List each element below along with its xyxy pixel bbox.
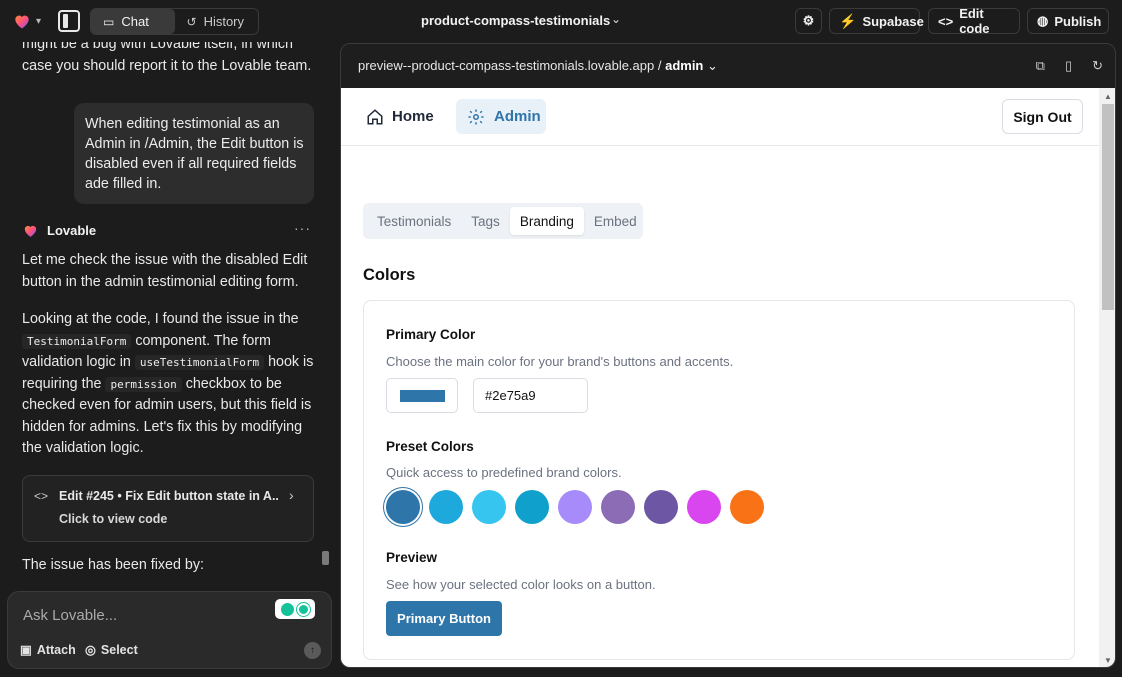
preset-color-swatch[interactable] [730, 490, 764, 524]
chat-history-switch: ▭ Chat ↺ History [90, 8, 259, 35]
tab-chat[interactable]: ▭ Chat [91, 9, 175, 34]
preset-colors-label: Preset Colors [386, 439, 474, 454]
lovable-menu-button[interactable]: ▾ [12, 10, 48, 32]
inline-code: permission [105, 376, 182, 392]
section-title: Colors [363, 266, 416, 284]
edit-card[interactable]: <> Edit #245 • Fix Edit button state in … [22, 475, 314, 542]
preset-color-swatch[interactable] [429, 490, 463, 524]
inline-code: useTestimonialForm [134, 355, 265, 370]
send-button[interactable]: ↑ [304, 642, 321, 659]
chevron-right-icon: › [289, 487, 294, 503]
preview-panel: preview--product-compass-testimonials.lo… [340, 43, 1116, 668]
select-button[interactable]: ◎ Select [85, 642, 138, 658]
chat-scrollbar[interactable] [322, 551, 329, 565]
tab-testimonials[interactable]: Testimonials [367, 207, 461, 235]
color-picker[interactable] [386, 378, 458, 413]
primary-color-label: Primary Color [386, 327, 476, 342]
preview-url[interactable]: preview--product-compass-testimonials.lo… [358, 58, 718, 74]
attach-button[interactable]: ▣ Attach [20, 642, 76, 658]
globe-icon: ◍ [1037, 13, 1049, 28]
chat-icon: ▭ [103, 14, 115, 29]
image-icon: ▣ [20, 643, 32, 657]
code-icon: <> [34, 489, 49, 503]
lovable-heart-icon [15, 15, 29, 29]
preview-label: Preview [386, 550, 438, 565]
target-icon: ◎ [85, 643, 96, 657]
tab-branding[interactable]: Branding [509, 207, 584, 235]
preset-color-swatch[interactable] [558, 490, 592, 524]
hex-color-input[interactable]: #2e75a9 [473, 378, 588, 413]
chevron-down-icon[interactable]: ⌄ [611, 12, 621, 26]
publish-button[interactable]: ◍ Publish [1027, 8, 1109, 34]
inline-code: TestimonialForm [22, 333, 132, 349]
preview-url-bar: preview--product-compass-testimonials.lo… [341, 44, 1115, 88]
preview-scrollbar[interactable]: ▲ ▼ [1099, 88, 1115, 667]
nav-home[interactable]: Home [358, 99, 444, 134]
mobile-view-icon[interactable]: ▯ [1065, 58, 1072, 74]
supabase-icon: ⚡ [839, 12, 857, 29]
chevron-down-icon: ⌄ [703, 58, 718, 73]
chat-composer: Ask Lovable... ▣ Attach ◎ Select ↑ [7, 591, 332, 669]
preset-colors [386, 490, 764, 524]
preview-page: Home Admin Sign Out Testimonials Tags Br… [341, 88, 1099, 667]
project-name[interactable]: product-compass-testimonials [421, 13, 610, 28]
open-external-icon[interactable]: ⧉ [1036, 58, 1045, 74]
grammarly-g-icon [296, 602, 310, 616]
history-icon: ↺ [186, 14, 197, 29]
home-icon [367, 108, 383, 124]
edit-code-button[interactable]: <> Edit code [928, 6, 1020, 36]
toggle-sidebar-icon[interactable] [58, 10, 80, 32]
tab-history[interactable]: ↺ History [175, 9, 259, 34]
chat-panel: might be a bug with Lovable itself, in w… [0, 42, 338, 677]
edit-card-title: Edit #245 • Fix Edit button state in A..… [59, 489, 279, 503]
gear-icon [468, 109, 484, 124]
more-options-icon[interactable]: ··· [294, 220, 311, 236]
user-message: When editing testimonial as an Admin in … [74, 103, 314, 204]
chevron-down-icon: ▾ [36, 15, 42, 27]
settings-button[interactable]: ⚙ [795, 8, 822, 34]
colors-card: Primary Color Choose the main color for … [363, 300, 1075, 660]
preview-description: See how your selected color looks on a b… [386, 577, 656, 592]
bulb-icon [280, 602, 294, 616]
preset-color-swatch[interactable] [472, 490, 506, 524]
preset-color-swatch[interactable] [386, 490, 420, 524]
preset-color-swatch[interactable] [515, 490, 549, 524]
primary-button-preview[interactable]: Primary Button [386, 601, 502, 636]
assistant-header: Lovable [22, 222, 96, 239]
preset-color-swatch[interactable] [687, 490, 721, 524]
gear-icon: ⚙ [802, 13, 815, 28]
color-swatch [400, 390, 445, 402]
tab-embed[interactable]: Embed [584, 207, 647, 235]
arrow-up-icon: ↑ [310, 645, 315, 656]
tab-tags[interactable]: Tags [461, 207, 510, 235]
assistant-name: Lovable [47, 223, 97, 238]
preset-color-swatch[interactable] [601, 490, 635, 524]
assistant-message-previous: might be a bug with Lovable itself, in w… [22, 42, 312, 74]
admin-tabs: Testimonials Tags Branding Embed [363, 203, 643, 239]
view-code-link[interactable]: Click to view code [59, 512, 167, 526]
site-navbar: Home Admin Sign Out [341, 88, 1099, 146]
scroll-down-icon[interactable]: ▼ [1104, 656, 1112, 665]
primary-color-description: Choose the main color for your brand's b… [386, 354, 734, 369]
refresh-icon[interactable]: ↻ [1092, 58, 1103, 74]
assistant-message: Looking at the code, I found the issue i… [22, 311, 314, 456]
scroll-up-icon[interactable]: ▲ [1104, 92, 1112, 101]
preset-color-swatch[interactable] [644, 490, 678, 524]
top-bar: ▾ ▭ Chat ↺ History product-compass-testi… [0, 0, 1122, 42]
code-icon: <> [938, 13, 954, 29]
lovable-heart-icon [24, 225, 37, 237]
preset-colors-description: Quick access to predefined brand colors. [386, 465, 622, 480]
grammarly-icon[interactable] [275, 599, 315, 619]
sign-out-button[interactable]: Sign Out [1002, 99, 1083, 134]
scrollbar-thumb[interactable] [1102, 104, 1114, 310]
supabase-button[interactable]: ⚡ Supabase [829, 8, 924, 34]
assistant-message: Let me check the issue with the disabled… [22, 252, 308, 290]
assistant-message: The issue has been fixed by: [22, 557, 204, 573]
nav-admin[interactable]: Admin [456, 99, 546, 134]
chat-input[interactable]: Ask Lovable... [23, 607, 117, 624]
